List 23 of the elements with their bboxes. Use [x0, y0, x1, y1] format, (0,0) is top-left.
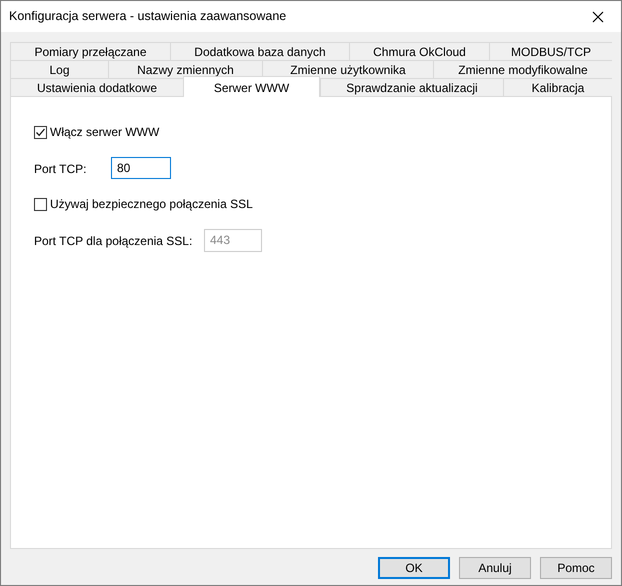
tab[interactable]: Sprawdzanie aktualizacji [320, 78, 503, 97]
tab[interactable]: Chmura OkCloud [349, 42, 489, 61]
window-title: Konfiguracja serwera - ustawienia zaawansowane [9, 8, 286, 26]
tab[interactable]: Kalibracja [503, 78, 612, 97]
input-field[interactable]: 80 [111, 157, 171, 179]
checkbox[interactable] [34, 126, 47, 138]
tab[interactable]: Serwer WWW [183, 76, 320, 97]
tab[interactable]: Pomiary przełączane [10, 42, 170, 61]
tab[interactable]: Ustawienia dodatkowe [10, 78, 183, 97]
tab[interactable]: Zmienne użytkownika [262, 60, 433, 79]
checkbox-label: Włącz serwer WWW [50, 124, 160, 141]
checkbox-label: Używaj bezpiecznego połączenia SSL [50, 196, 253, 213]
dialog-button[interactable]: OK [378, 557, 450, 579]
field-label: Port TCP dla połączenia SSL: [34, 233, 194, 250]
checkbox[interactable] [34, 198, 47, 210]
tab[interactable]: MODBUS/TCP [489, 42, 612, 61]
dialog-button[interactable]: Anuluj [459, 557, 531, 579]
tab[interactable]: Dodatkowa baza danych [170, 42, 349, 61]
close-icon [592, 10, 604, 22]
field-label: Port TCP: [34, 161, 88, 178]
tab[interactable]: Log [10, 60, 108, 79]
dialog-button[interactable]: Pomoc [540, 557, 612, 579]
tab[interactable]: Zmienne modyfikowalne [433, 60, 612, 79]
